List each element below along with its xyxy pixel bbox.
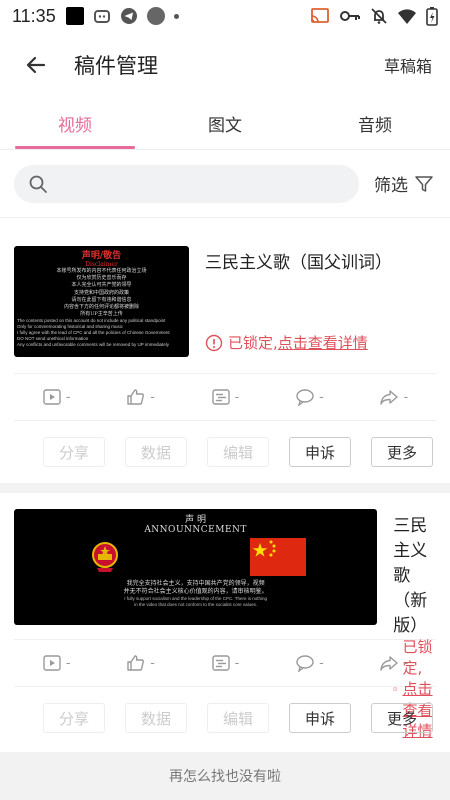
data-button[interactable]: 数据 [125, 703, 187, 733]
avatar-notification-icon [146, 7, 165, 25]
tab-image-text[interactable]: 图文 [150, 98, 300, 149]
thumb-line: 所有UP主辛苦上传 [80, 311, 123, 318]
comment-icon [296, 655, 314, 672]
more-button[interactable]: 更多 [371, 437, 433, 467]
tab-video[interactable]: 视频 [0, 98, 150, 149]
stat-plays: - [14, 654, 98, 672]
search-input[interactable] [14, 164, 359, 203]
danmaku-icon [211, 389, 230, 405]
card-divider [0, 483, 450, 493]
bilibili-notification-icon [93, 10, 110, 23]
app-bar: 稿件管理 草稿箱 [0, 32, 450, 98]
edit-button[interactable]: 编辑 [207, 437, 269, 467]
appeal-button[interactable]: 申诉 [289, 437, 351, 467]
info-icon [205, 334, 223, 351]
tab-audio[interactable]: 音频 [300, 98, 450, 149]
thumb-line: 请勿在此留下有违和谐信息 [71, 296, 132, 303]
share-icon [380, 390, 399, 405]
stat-value: - [150, 655, 155, 671]
stat-value: - [403, 389, 409, 405]
notifications-off-icon [371, 8, 387, 24]
stat-plays: - [14, 388, 98, 406]
thumb-heading: 声明/敬告 [81, 251, 122, 261]
thumb-line: 我完全支持社会主义，支持中国共产党的领导，视频 [126, 580, 265, 587]
more-button[interactable]: 更多 [371, 703, 433, 733]
national-flag-icon [250, 538, 307, 576]
thumb-line: 并无不符合社会主义核心价值观的内容，请审核明鉴。 [123, 588, 268, 595]
stats-row: - - - - - [14, 639, 436, 687]
thumb-subheading: ANNOUNNCEMENT [144, 525, 247, 535]
play-icon [43, 655, 61, 671]
info-icon [393, 686, 398, 691]
back-button[interactable] [18, 47, 54, 83]
stats-row: - - - - - [14, 373, 436, 421]
end-of-list-footer: 再怎么找也没有啦 [0, 752, 450, 800]
data-button[interactable]: 数据 [125, 437, 187, 467]
wifi-icon [398, 9, 416, 24]
thumb-en-line: in the video that does not conform to th… [134, 601, 258, 607]
page-title: 稿件管理 [74, 54, 158, 78]
stat-comments: - [267, 388, 351, 406]
search-row: 筛选 [0, 150, 450, 218]
vpn-key-icon [340, 11, 360, 21]
share-button[interactable]: 分享 [43, 437, 105, 467]
video-thumbnail[interactable]: 声 明 ANNOUNNCEMENT 我完全支持社会主义，支持中国共产党的领导，视… [14, 509, 378, 625]
stat-danmaku: - [183, 388, 267, 406]
filter-label: 筛选 [374, 176, 408, 196]
play-icon [43, 389, 61, 405]
lock-status[interactable]: 已锁定,点击查看详情 [205, 332, 436, 353]
stat-value: - [65, 655, 71, 671]
danmaku-icon [211, 655, 230, 671]
video-title[interactable]: 三民主义歌（新版） [393, 511, 436, 636]
stat-value: - [234, 389, 240, 405]
cast-icon [311, 8, 329, 23]
stat-shares: - [352, 388, 436, 406]
stat-shares: - [352, 654, 436, 672]
like-icon [127, 389, 145, 405]
stat-value: - [65, 389, 71, 405]
share-icon [380, 656, 399, 671]
stat-likes: - [98, 654, 182, 672]
app-notification-icon [65, 7, 84, 25]
stat-value: - [234, 655, 240, 671]
stat-value: - [319, 389, 324, 405]
status-bar: 11:35 [0, 0, 450, 32]
thumb-heading: 声 明 [185, 515, 207, 525]
manuscript-card: 声 明 ANNOUNNCEMENT 我完全支持社会主义，支持中国共产党的领导，视… [0, 493, 450, 749]
video-thumbnail[interactable]: 声明/敬告 Disclaimer 本账号所发布的内容不代表任何政治立场 仅为欣赏… [14, 246, 189, 357]
stat-danmaku: - [183, 654, 267, 672]
actions-row: 分享 数据 编辑 申诉 更多 [0, 687, 450, 749]
filter-button[interactable]: 筛选 [374, 171, 434, 196]
lock-status-text: 已锁定, [228, 334, 278, 352]
national-emblem-icon [91, 542, 118, 572]
thumb-en-line: Any conflicts and unfavorable comments w… [17, 342, 169, 348]
battery-icon [426, 7, 438, 26]
edit-button[interactable]: 编辑 [207, 703, 269, 733]
lock-details-link[interactable]: 点击查看详情 [278, 334, 368, 352]
telegram-notification-icon [120, 8, 137, 24]
actions-row: 分享 数据 编辑 申诉 更多 [0, 421, 450, 483]
appeal-button[interactable]: 申诉 [289, 703, 351, 733]
manuscript-card: 声明/敬告 Disclaimer 本账号所发布的内容不代表任何政治立场 仅为欣赏… [0, 218, 450, 483]
share-button[interactable]: 分享 [43, 703, 105, 733]
stat-value: - [150, 389, 155, 405]
video-title[interactable]: 三民主义歌（国父训词） [205, 248, 436, 273]
drafts-button[interactable]: 草稿箱 [384, 53, 432, 77]
stat-value: - [319, 655, 324, 671]
stat-comments: - [267, 654, 351, 672]
content-type-tabs: 视频 图文 音频 [0, 98, 450, 150]
more-notifications-icon [173, 13, 179, 19]
thumb-subheading: Disclaimer [85, 261, 118, 268]
thumb-line: 本人完全认可共产党的领导 [71, 282, 132, 289]
filter-icon [415, 175, 433, 192]
like-icon [127, 655, 145, 671]
comment-icon [296, 389, 314, 406]
back-arrow-icon [26, 56, 46, 74]
status-time: 11:35 [12, 5, 56, 26]
thumb-line: 支持党和中国政府的政策 [73, 289, 129, 296]
stat-value: - [403, 655, 409, 671]
stat-likes: - [98, 388, 182, 406]
search-icon [29, 175, 47, 193]
